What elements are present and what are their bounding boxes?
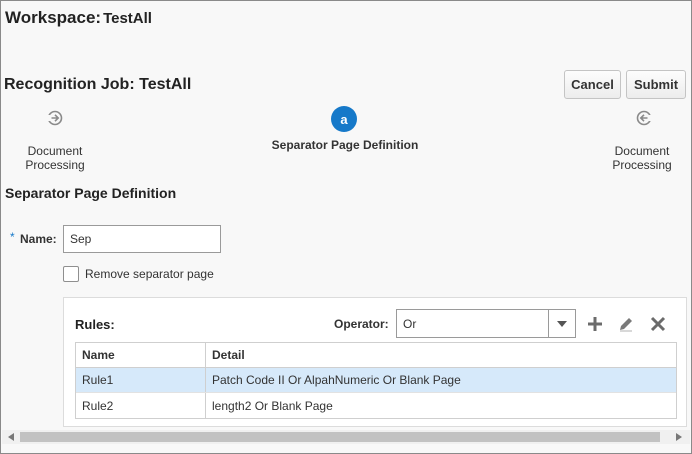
rules-panel: Rules: Operator: Or Name Detail Rule1 Pa…: [63, 297, 687, 427]
workspace-label: Workspace:: [5, 8, 102, 27]
scroll-right-icon[interactable]: [672, 430, 686, 444]
horizontal-scrollbar[interactable]: [2, 430, 690, 444]
job-title: Recognition Job: TestAll: [4, 76, 192, 93]
rules-label: Rules:: [75, 317, 115, 332]
previous-step-label-line1: Document: [27, 144, 83, 158]
table-row[interactable]: Rule2 length2 Or Blank Page: [76, 393, 676, 418]
delete-icon[interactable]: [647, 313, 669, 335]
column-header-name[interactable]: Name: [76, 343, 206, 367]
name-input[interactable]: [63, 225, 221, 253]
rule-name-cell: Rule1: [76, 368, 206, 392]
table-row[interactable]: Rule1 Patch Code II Or AlpahNumeric Or B…: [76, 368, 676, 393]
current-step-indicator: a: [331, 106, 357, 132]
cancel-button[interactable]: Cancel: [564, 70, 621, 99]
name-label: Name:: [20, 232, 57, 246]
rule-name-cell: Rule2: [76, 393, 206, 418]
remove-separator-checkbox[interactable]: [63, 266, 79, 282]
remove-separator-label[interactable]: Remove separator page: [85, 267, 214, 281]
column-header-detail[interactable]: Detail: [206, 343, 676, 367]
next-step-icon[interactable]: [633, 107, 655, 129]
previous-step-icon[interactable]: [44, 107, 66, 129]
next-step-label[interactable]: Document Processing: [602, 144, 682, 172]
section-title: Separator Page Definition: [5, 185, 177, 201]
rules-table: Name Detail Rule1 Patch Code II Or Alpah…: [75, 342, 677, 419]
add-icon[interactable]: [584, 313, 606, 335]
page-frame: Workspace: TestAll Recognition Job: TestA…: [0, 0, 692, 454]
required-indicator: *: [10, 230, 15, 244]
table-header: Name Detail: [76, 343, 676, 368]
edit-icon[interactable]: [615, 313, 637, 335]
scrollbar-thumb[interactable]: [20, 432, 660, 442]
submit-button[interactable]: Submit: [626, 70, 686, 99]
rule-detail-cell: Patch Code II Or AlpahNumeric Or Blank P…: [212, 373, 461, 387]
rule-detail-cell: length2 Or Blank Page: [212, 398, 333, 413]
scroll-left-icon[interactable]: [4, 430, 18, 444]
workspace-name: TestAll: [103, 10, 152, 27]
operator-select[interactable]: Or: [396, 309, 576, 338]
next-step-label-line1: Document: [614, 144, 670, 158]
next-step-label-line2: Processing: [612, 158, 672, 172]
operator-label: Operator:: [334, 317, 389, 331]
workspace-title: Workspace: TestAll: [5, 8, 152, 28]
previous-step-label[interactable]: Document Processing: [15, 144, 95, 172]
previous-step-label-line2: Processing: [25, 158, 85, 172]
operator-value: Or: [403, 317, 417, 331]
dropdown-arrow-icon[interactable]: [548, 310, 575, 337]
current-step-label: Separator Page Definition: [271, 138, 419, 152]
